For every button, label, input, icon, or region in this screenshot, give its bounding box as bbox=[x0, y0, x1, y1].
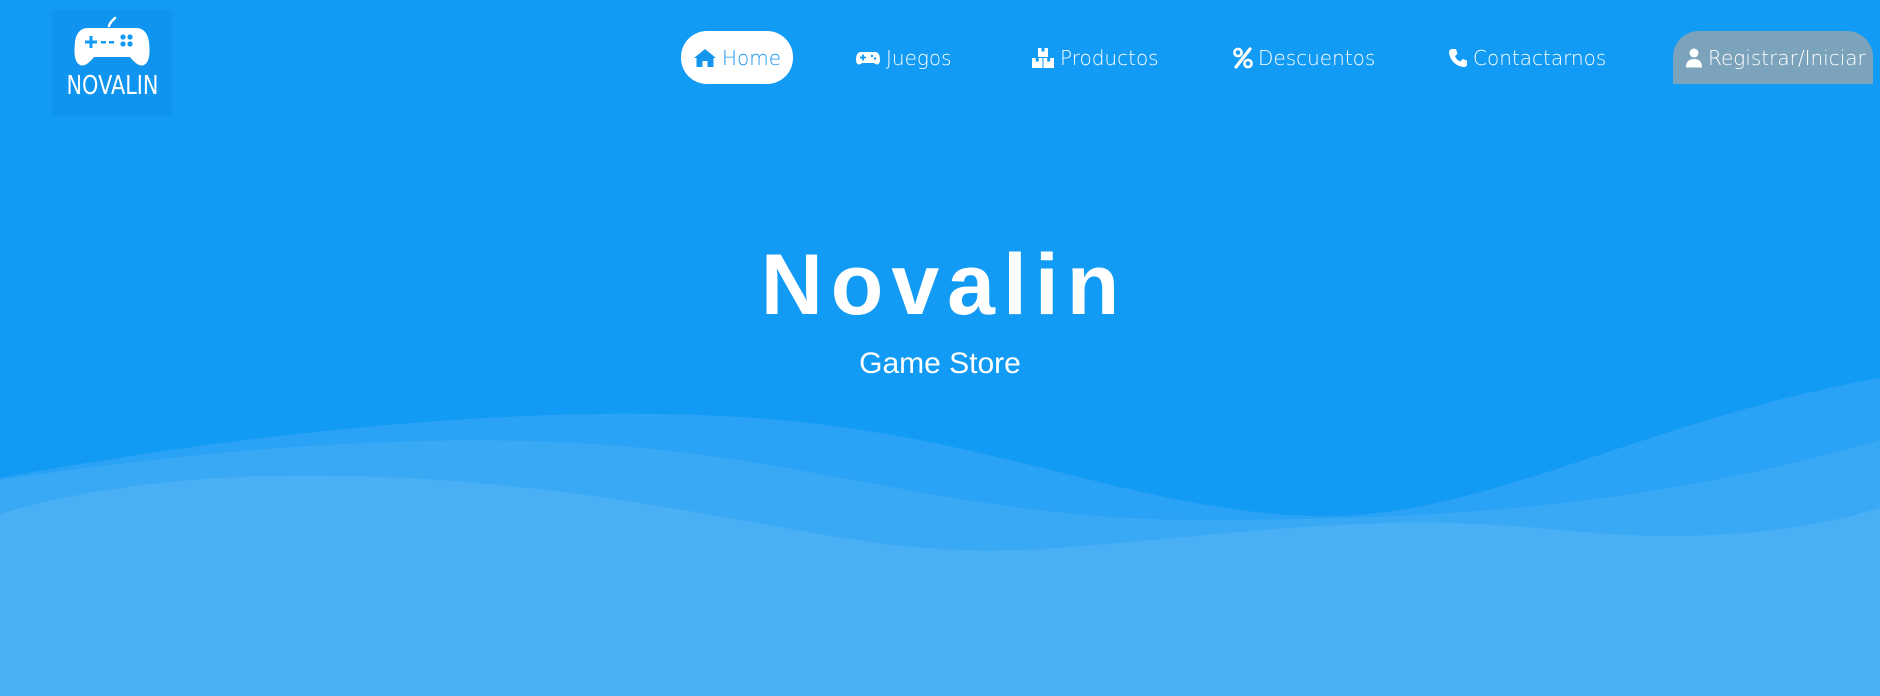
nav-item-contactarnos[interactable]: Contactarnos bbox=[1448, 31, 1606, 84]
nav-item-home[interactable]: Home bbox=[681, 31, 793, 84]
percent-icon bbox=[1233, 46, 1253, 69]
site-header: NOVALIN Home Juegos Productos Descuentos… bbox=[0, 0, 1880, 120]
boxes-icon bbox=[1032, 47, 1054, 68]
register-login-button[interactable]: Registrar/Iniciar bbox=[1673, 31, 1873, 84]
nav-item-juegos[interactable]: Juegos bbox=[855, 31, 952, 84]
nav-item-descuentos[interactable]: Descuentos bbox=[1233, 31, 1375, 84]
home-icon bbox=[694, 48, 716, 67]
page: NOVALIN Home Juegos Productos Descuentos… bbox=[0, 0, 1880, 696]
phone-icon bbox=[1449, 48, 1467, 67]
nav-item-label: Juegos bbox=[886, 45, 952, 70]
nav-item-label: Home bbox=[722, 45, 782, 70]
hero-title: Novalin bbox=[760, 237, 1128, 333]
gamepad-icon bbox=[856, 51, 880, 64]
user-icon bbox=[1686, 48, 1702, 67]
hero-subtitle: Game Store bbox=[859, 347, 1021, 380]
nav-item-label: Registrar/Iniciar bbox=[1708, 45, 1866, 70]
nav-item-productos[interactable]: Productos bbox=[1031, 31, 1159, 84]
hero: Novalin Game Store bbox=[0, 230, 1880, 382]
nav-item-label: Productos bbox=[1060, 45, 1159, 70]
nav-item-label: Contactarnos bbox=[1473, 45, 1607, 70]
nav-item-label: Descuentos bbox=[1258, 45, 1376, 70]
main-nav: Home Juegos Productos Descuentos Contact… bbox=[0, 31, 1880, 84]
